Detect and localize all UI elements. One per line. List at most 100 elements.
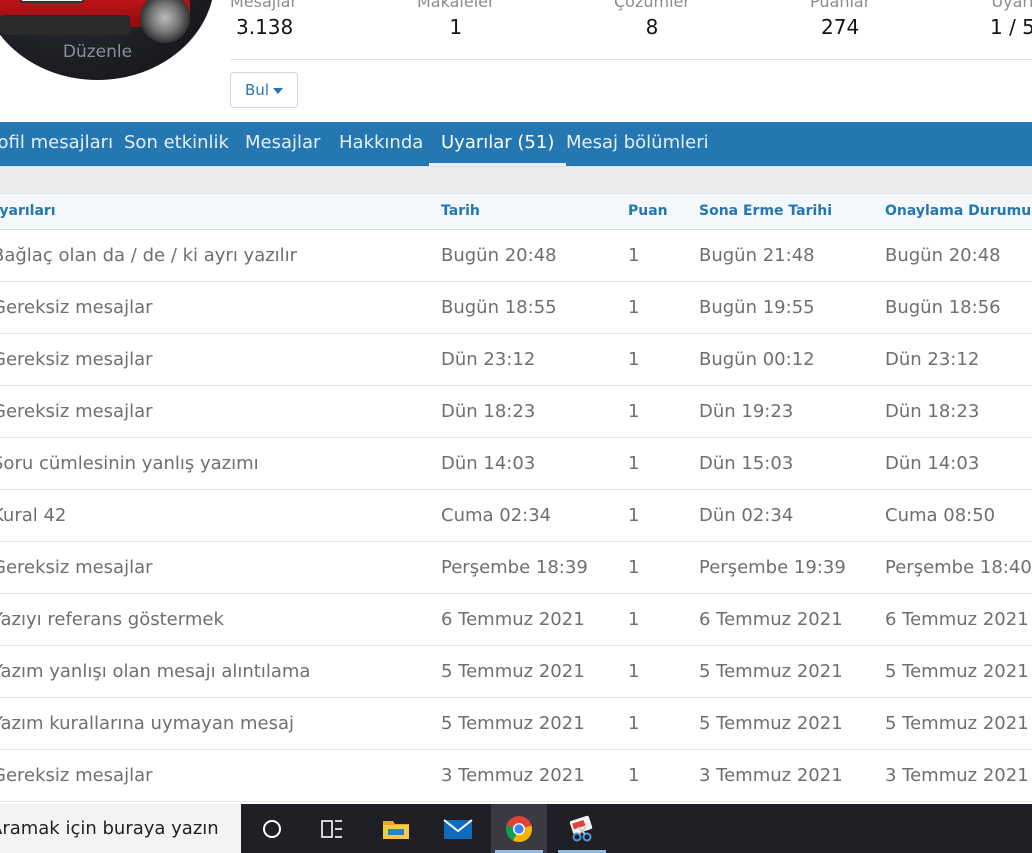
table-row[interactable]: Gereksiz mesajlar Bugün 18:55 1 Bugün 19… bbox=[0, 282, 1032, 334]
windows-taskbar: Aramak için buraya yazın bbox=[0, 804, 1032, 853]
warning-date: Dün 14:03 bbox=[441, 453, 536, 474]
warning-title[interactable]: Gereksiz mesajlar bbox=[0, 750, 153, 801]
warning-expiry: Dün 02:34 bbox=[699, 505, 794, 526]
stat-value: 3.138 bbox=[236, 15, 294, 39]
warning-date: 3 Temmuz 2021 bbox=[441, 765, 585, 786]
warning-ack: Cuma 08:50 bbox=[885, 505, 996, 526]
stat-label: Uyarı bbox=[991, 0, 1032, 11]
stat-label: Çözümler bbox=[614, 0, 690, 11]
warning-ack: 3 Temmuz 2021 bbox=[885, 765, 1029, 786]
warning-date: 5 Temmuz 2021 bbox=[441, 661, 585, 682]
warning-points: 1 bbox=[628, 609, 640, 630]
chrome-button[interactable] bbox=[491, 804, 547, 853]
warning-title[interactable]: Yazıyı referans göstermek bbox=[0, 594, 224, 645]
task-view-button[interactable] bbox=[304, 804, 360, 853]
table-row[interactable]: Yazım kurallarına uymayan mesaj 5 Temmuz… bbox=[0, 698, 1032, 750]
warning-ack: Dün 23:12 bbox=[885, 349, 980, 370]
mail-button[interactable] bbox=[430, 804, 486, 853]
header-date[interactable]: Tarih bbox=[441, 194, 480, 229]
stat-label: Puanlar bbox=[810, 0, 871, 11]
stat-value: 1 / 5 bbox=[990, 15, 1032, 39]
table-row[interactable]: Yazım yanlışı olan mesajı alıntılama 5 T… bbox=[0, 646, 1032, 698]
warning-points: 1 bbox=[628, 453, 640, 474]
profile-tabs: Profil mesajları Son etkinlik Mesajlar H… bbox=[0, 122, 1032, 167]
warning-expiry: Bugün 21:48 bbox=[699, 245, 815, 266]
table-row[interactable]: Gereksiz mesajlar Perşembe 18:39 1 Perşe… bbox=[0, 542, 1032, 594]
warning-title[interactable]: Yazım yanlışı olan mesajı alıntılama bbox=[0, 646, 310, 697]
warning-title[interactable]: Soru cümlesinin yanlış yazımı bbox=[0, 438, 259, 489]
header-expiry[interactable]: Sona Erme Tarihi bbox=[699, 194, 832, 229]
warning-ack: Perşembe 18:40 bbox=[885, 557, 1032, 578]
table-row[interactable]: Bağlaç olan da / de / ki ayrı yazılır Bu… bbox=[0, 230, 1032, 282]
warning-date: Dün 23:12 bbox=[441, 349, 536, 370]
warning-ack: Bugün 20:48 bbox=[885, 245, 1001, 266]
table-header: Uyarıları Tarih Puan Sona Erme Tarihi On… bbox=[0, 193, 1032, 230]
warning-expiry: Dün 15:03 bbox=[699, 453, 794, 474]
warning-points: 1 bbox=[628, 297, 640, 318]
tab-post-areas[interactable]: Mesaj bölümleri bbox=[566, 122, 709, 166]
warning-date: Bugün 20:48 bbox=[441, 245, 557, 266]
header-acknowledgement[interactable]: Onaylama Durumu bbox=[885, 194, 1031, 229]
stat-points[interactable]: Puanlar 274 bbox=[810, 0, 870, 39]
find-button[interactable]: Bul bbox=[230, 72, 298, 108]
table-row[interactable]: Yazıyı referans göstermek 6 Temmuz 2021 … bbox=[0, 594, 1032, 646]
stat-value: 8 bbox=[645, 15, 659, 39]
warning-points: 1 bbox=[628, 349, 640, 370]
warning-title[interactable]: Bağlaç olan da / de / ki ayrı yazılır bbox=[0, 230, 297, 281]
table-row[interactable]: Gereksiz mesajlar Dün 18:23 1 Dün 19:23 … bbox=[0, 386, 1032, 438]
warning-expiry: 5 Temmuz 2021 bbox=[699, 713, 843, 734]
table-row[interactable]: Gereksiz mesajlar Dün 23:12 1 Bugün 00:1… bbox=[0, 334, 1032, 386]
task-view-icon bbox=[321, 819, 342, 838]
warning-title[interactable]: Gereksiz mesajlar bbox=[0, 386, 153, 437]
warning-expiry: Perşembe 19:39 bbox=[699, 557, 846, 578]
avatar-car-wheel bbox=[140, 0, 190, 43]
file-explorer-icon bbox=[383, 820, 409, 839]
warning-points: 1 bbox=[628, 401, 640, 422]
cortana-button[interactable] bbox=[244, 804, 300, 853]
stat-articles[interactable]: Makaleler 1 bbox=[417, 0, 495, 39]
profile-avatar[interactable]: Düzenle bbox=[0, 0, 215, 80]
tab-latest-activity[interactable]: Son etkinlik bbox=[124, 122, 229, 166]
avatar-edit-label[interactable]: Düzenle bbox=[0, 42, 215, 62]
taskbar-search-input[interactable]: Aramak için buraya yazın bbox=[0, 804, 241, 853]
warning-points: 1 bbox=[628, 505, 640, 526]
tab-warnings[interactable]: Uyarılar (51) bbox=[428, 122, 567, 166]
warning-title[interactable]: Kural 42 bbox=[0, 490, 66, 541]
cortana-icon bbox=[263, 819, 281, 838]
warning-title[interactable]: Gereksiz mesajlar bbox=[0, 282, 153, 333]
header-divider bbox=[230, 59, 1032, 60]
stat-solutions[interactable]: Çözümler 8 bbox=[614, 0, 690, 39]
snipping-tool-button[interactable] bbox=[554, 804, 610, 853]
warning-expiry: Bugün 00:12 bbox=[699, 349, 815, 370]
stat-value: 1 bbox=[449, 15, 463, 39]
tab-posts[interactable]: Mesajlar bbox=[245, 122, 320, 166]
warning-date: Cuma 02:34 bbox=[441, 505, 552, 526]
table-row[interactable]: Kural 42 Cuma 02:34 1 Dün 02:34 Cuma 08:… bbox=[0, 490, 1032, 542]
avatar-car-grille bbox=[0, 15, 130, 35]
content-gap bbox=[0, 167, 1032, 193]
warning-expiry: Bugün 19:55 bbox=[699, 297, 815, 318]
file-explorer-button[interactable] bbox=[368, 804, 424, 853]
tab-profile-posts[interactable]: Profil mesajları bbox=[0, 122, 113, 166]
tab-about[interactable]: Hakkında bbox=[339, 122, 423, 166]
header-warning[interactable]: Uyarıları bbox=[0, 194, 56, 229]
warning-title[interactable]: Gereksiz mesajlar bbox=[0, 542, 153, 593]
warning-ack: 5 Temmuz 2021 bbox=[885, 661, 1029, 682]
warning-ack: Dün 18:23 bbox=[885, 401, 980, 422]
warning-title[interactable]: Gereksiz mesajlar bbox=[0, 334, 153, 385]
header-points[interactable]: Puan bbox=[628, 194, 668, 229]
warning-points: 1 bbox=[628, 765, 640, 786]
warning-expiry: 3 Temmuz 2021 bbox=[699, 765, 843, 786]
stat-warnings[interactable]: Uyarı 1 / 5 bbox=[990, 0, 1032, 39]
warning-points: 1 bbox=[628, 661, 640, 682]
warning-points: 1 bbox=[628, 713, 640, 734]
mail-icon bbox=[443, 818, 473, 839]
stat-label: Mesajlar bbox=[230, 0, 298, 11]
caret-down-icon bbox=[272, 88, 283, 94]
stat-label: Makaleler bbox=[417, 0, 495, 11]
table-row[interactable]: Gereksiz mesajlar 3 Temmuz 2021 1 3 Temm… bbox=[0, 750, 1032, 802]
warning-title[interactable]: Yazım kurallarına uymayan mesaj bbox=[0, 698, 294, 749]
warning-date: Bugün 18:55 bbox=[441, 297, 557, 318]
stat-messages[interactable]: Mesajlar 3.138 bbox=[230, 0, 297, 39]
table-row[interactable]: Soru cümlesinin yanlış yazımı Dün 14:03 … bbox=[0, 438, 1032, 490]
